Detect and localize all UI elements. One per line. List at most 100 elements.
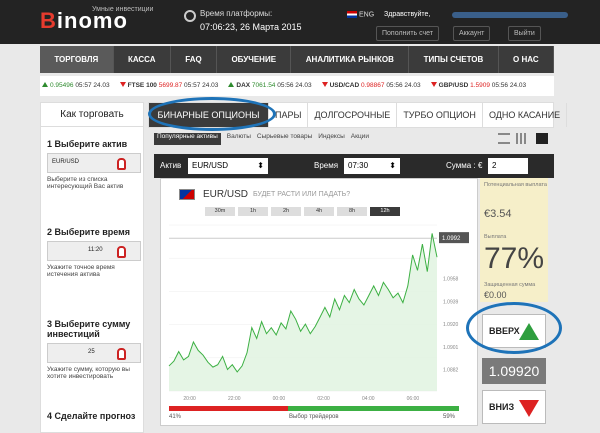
nav-education[interactable]: ОБУЧЕНИЕ — [217, 46, 292, 73]
asset-select[interactable]: EUR/USD ⬍ — [188, 158, 268, 174]
step-1-illustration: EUR/USD — [47, 153, 141, 173]
ticker-item[interactable]: DAX 7061.54 05:56 24.03 — [226, 76, 312, 96]
subtab-commodities[interactable]: Сырьевые товары — [257, 133, 312, 145]
arrow-down-icon — [519, 400, 539, 417]
ticker-symbol: GBP/USD — [438, 82, 471, 89]
how-to-trade-panel: Как торговать 1 Выберите актив EUR/USD В… — [40, 102, 144, 433]
main-nav: ТОРГОВЛЯ КАССА FAQ ОБУЧЕНИЕ АНАЛИТИКА РЫ… — [40, 46, 554, 73]
range-12h[interactable]: 12h — [370, 207, 400, 216]
ticker-strip: 0.95496 05:57 24.03 FTSE 100 5699.87 05:5… — [40, 76, 554, 96]
step-2: 2 Выберите время 11:20 Укажите точное вр… — [47, 227, 141, 278]
ticker-item[interactable]: FTSE 100 5699.87 05:57 24.03 — [118, 76, 219, 96]
tab-long-term[interactable]: ДОЛГОСРОЧНЫЕ — [308, 103, 398, 127]
arrow-up-icon — [42, 82, 48, 87]
range-2h[interactable]: 2h — [271, 207, 301, 216]
nav-faq[interactable]: FAQ — [171, 46, 218, 73]
platform-time-label: Время платформы: — [200, 9, 273, 18]
ticker-time: 05:57 24.03 — [75, 82, 110, 89]
highlight-ring-up-button — [466, 302, 562, 354]
list-view-icon[interactable] — [498, 133, 510, 144]
arrow-up-icon — [228, 82, 235, 87]
chart-pair-title: EUR/USD — [203, 189, 249, 200]
y-tick-label: 1.0901 — [443, 345, 459, 351]
range-selector: 30m 1h 2h 4h 8h 12h — [205, 207, 400, 216]
x-tick-label: 02:00 — [317, 396, 330, 402]
y-tick-label: 1.0882 — [443, 368, 459, 374]
ticker-time: 05:57 24.03 — [184, 82, 219, 89]
ticker-time: 05:56 24.03 — [386, 82, 421, 89]
hand-pointer-icon — [117, 246, 126, 258]
ticker-item[interactable]: 0.95496 05:57 24.03 — [40, 76, 110, 96]
hand-pointer-icon — [117, 348, 126, 360]
nav-account-types[interactable]: ТИПЫ СЧЕТОВ — [409, 46, 499, 73]
nav-analytics[interactable]: АНАЛИТИКА РЫНКОВ — [291, 46, 410, 73]
ticker-item[interactable]: GBP/USD 1.5909 05:56 24.03 — [429, 76, 526, 96]
protected-label: Защищенная сумма — [484, 282, 536, 288]
nav-trading[interactable]: ТОРГОВЛЯ — [40, 46, 114, 73]
y-tick-label: 1.0920 — [443, 322, 459, 328]
current-price-box: 1.09920 — [482, 358, 546, 384]
price-area — [169, 233, 437, 391]
protected-value: €0.00 — [484, 290, 507, 300]
account-button[interactable]: Аккаунт — [453, 26, 491, 41]
step-2-illustration: 11:20 — [47, 241, 141, 261]
uk-flag-icon — [347, 11, 357, 18]
price-chart[interactable]: 1.0992 1.0958 1.0939 1.0920 1.0901 1.0882 20:0… — [161, 219, 477, 404]
ticker-symbol: USD/CAD — [329, 82, 361, 89]
payout-percent: 77% — [484, 242, 545, 275]
subtab-currencies[interactable]: Валюты — [227, 133, 251, 145]
range-30m[interactable]: 30m — [205, 207, 235, 216]
y-tick-label: 1.0939 — [443, 299, 459, 305]
language-switch[interactable]: ENG — [347, 11, 374, 18]
subtab-stocks[interactable]: Акции — [351, 133, 369, 145]
clock-icon — [184, 10, 196, 22]
tab-turbo[interactable]: ТУРБО ОПЦИОН — [397, 103, 483, 127]
y-tick-label: 1.0958 — [443, 277, 459, 283]
range-1h[interactable]: 1h — [238, 207, 268, 216]
traders-choice-down-fill — [169, 406, 288, 411]
range-8h[interactable]: 8h — [337, 207, 367, 216]
platform-time: 07:06:23, 26 Марта 2015 — [200, 22, 302, 32]
chevron-down-icon: ⬍ — [257, 161, 264, 170]
x-tick-label: 04:00 — [362, 396, 375, 402]
chart-panel: EUR/USD БУДЕТ РАСТИ ИЛИ ПАДАТЬ? 30m 1h 2… — [160, 178, 478, 426]
arrow-down-icon — [321, 82, 328, 87]
ticker-value: 7061.54 — [251, 82, 278, 89]
payout-panel: Потенциальная выплата €3.54 Выплата 77% … — [480, 178, 548, 302]
vote-label: Выбор трейдеров — [289, 414, 339, 420]
trade-controls: Актив EUR/USD ⬍ Время 07:30 ⬍ Сумма : € 2 — [154, 154, 554, 178]
ticker-value: 5699.87 — [158, 82, 185, 89]
put-down-button[interactable]: ВНИЗ — [482, 390, 546, 424]
subtab-indices[interactable]: Индексы — [318, 133, 345, 145]
range-4h[interactable]: 4h — [304, 207, 334, 216]
step-3: 3 Выберите сумму инвестиций 25 Укажите с… — [47, 319, 141, 380]
ticker-value: 0.98867 — [361, 82, 387, 89]
highlight-ring-binary-tab — [148, 97, 276, 131]
chevron-down-icon: ⬍ — [389, 161, 396, 170]
payout-label: Потенциальная выплата — [484, 182, 547, 188]
x-tick-label: 00:00 — [273, 396, 286, 402]
time-label: Время — [314, 161, 339, 170]
currency-symbol: € — [478, 161, 483, 170]
amount-input[interactable]: 2 — [488, 158, 528, 174]
deposit-button[interactable]: Пополнить счет — [376, 26, 440, 41]
asset-category-tabs: Популярные активы Валюты Сырьевые товары… — [154, 133, 369, 145]
eu-us-flag-icon — [179, 189, 195, 200]
ticker-value: 1.5909 — [470, 82, 492, 89]
nav-cashier[interactable]: КАССА — [114, 46, 171, 73]
tab-one-touch[interactable]: ОДНО КАСАНИЕ — [483, 103, 568, 127]
how-to-title: Как торговать — [41, 103, 143, 127]
subtab-popular[interactable]: Популярные активы — [154, 133, 221, 145]
x-tick-label: 20:00 — [183, 396, 196, 402]
username-redacted — [452, 12, 568, 18]
asset-label: Актив — [160, 161, 182, 170]
step-3-illustration: 25 — [47, 343, 141, 363]
single-view-icon[interactable] — [536, 133, 548, 144]
hand-pointer-icon — [117, 158, 126, 170]
grid-view-icon[interactable] — [516, 133, 528, 144]
ticker-item[interactable]: USD/CAD 0.98867 05:56 24.03 — [320, 76, 421, 96]
time-select[interactable]: 07:30 ⬍ — [344, 158, 400, 174]
traders-choice-bar — [169, 406, 459, 411]
logout-button[interactable]: Выйти — [508, 26, 541, 41]
nav-about[interactable]: О НАС — [499, 46, 554, 73]
